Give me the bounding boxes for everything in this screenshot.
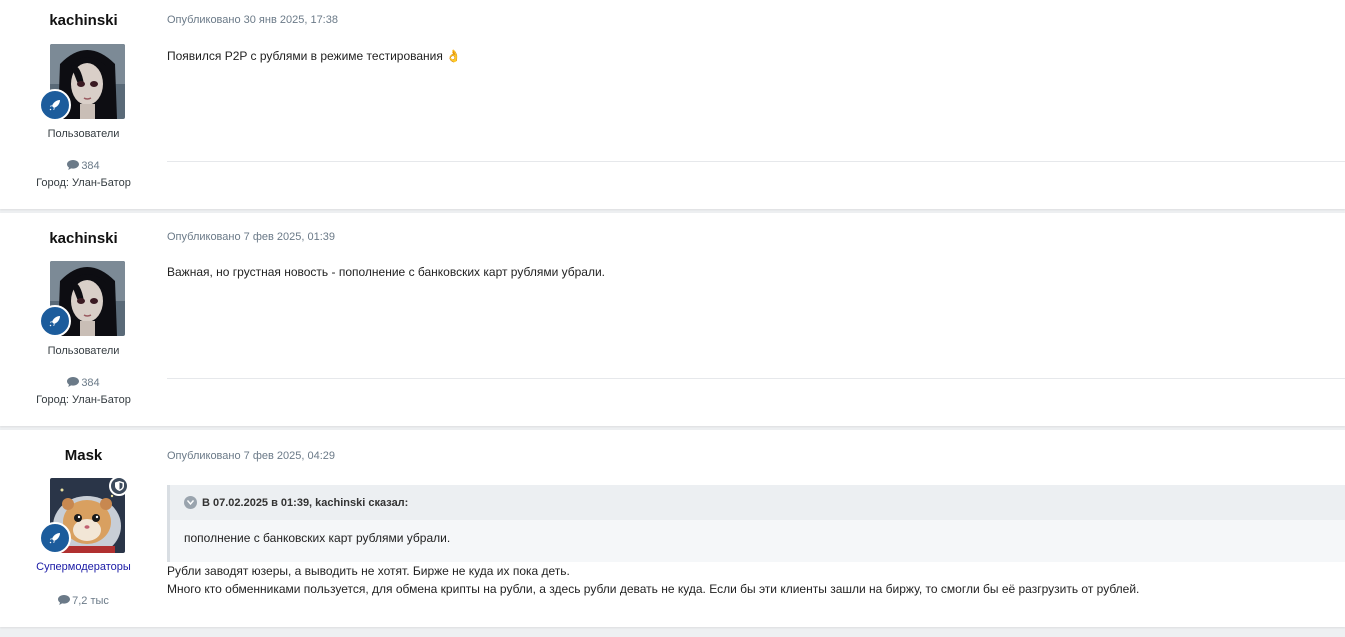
author-name[interactable]: Mask (0, 447, 167, 464)
post-content: Рубли заводят юзеры, а выводить не хотят… (167, 562, 1139, 598)
user-group[interactable]: Супермодераторы (0, 561, 167, 573)
user-group: Пользователи (47, 345, 120, 357)
rank-badge (39, 89, 71, 121)
moderator-badge (109, 476, 129, 496)
post-divider (167, 378, 1345, 379)
post-count-value: 384 (81, 377, 100, 389)
comment-icon (67, 377, 80, 387)
rank-badge (39, 305, 71, 337)
post-content: Появился P2P с рублями в режиме тестиров… (167, 49, 462, 63)
rank-badge (39, 522, 71, 554)
author-name[interactable]: kachinski (0, 12, 167, 29)
post-content-line: Рубли заводят юзеры, а выводить не хотят… (167, 564, 570, 578)
rocket-icon (49, 316, 60, 327)
author-name[interactable]: kachinski (0, 230, 167, 247)
post-count: 7,2 тыс (0, 595, 167, 607)
post-date[interactable]: Опубликовано 7 фев 2025, 01:39 (167, 231, 335, 243)
comment-icon (58, 595, 71, 605)
post-date[interactable]: Опубликовано 30 янв 2025, 17:38 (167, 14, 338, 26)
post-content: Важная, но грустная новость - пополнение… (167, 265, 605, 279)
post-count-value: 384 (81, 160, 100, 172)
quote-text: пополнение с банковских карт рублями убр… (184, 531, 451, 545)
quote-header[interactable]: В 07.02.2025 в 01:39, kachinski сказал: (170, 485, 1345, 520)
rocket-icon (49, 100, 60, 111)
post: kachinski Пользователи 384 Город: Улан-Б… (0, 0, 1345, 209)
rocket-icon (49, 533, 60, 544)
user-group: Пользователи (47, 128, 120, 140)
post-content-line: Много кто обменниками пользуется, для об… (167, 582, 1140, 596)
post-count: 384 (0, 377, 167, 389)
post-count-value: 7,2 тыс (72, 595, 109, 607)
user-city: Город: Улан-Батор (36, 394, 131, 406)
post-date[interactable]: Опубликовано 7 фев 2025, 04:29 (167, 450, 335, 462)
chevron-down-icon[interactable] (184, 496, 197, 509)
quote-citation: В 07.02.2025 в 01:39, kachinski сказал: (202, 496, 409, 509)
post-divider (167, 161, 1345, 162)
quote-block: В 07.02.2025 в 01:39, kachinski сказал: … (167, 485, 1345, 562)
post-count: 384 (0, 160, 167, 172)
shield-icon (114, 481, 124, 491)
user-city: Город: Улан-Батор (36, 177, 131, 189)
comment-icon (67, 160, 80, 170)
post: kachinski Пользователи 384 Город: Улан-Б… (0, 213, 1345, 426)
post: Mask Супермодераторы 7,2 тыс Опубликован… (0, 430, 1345, 627)
